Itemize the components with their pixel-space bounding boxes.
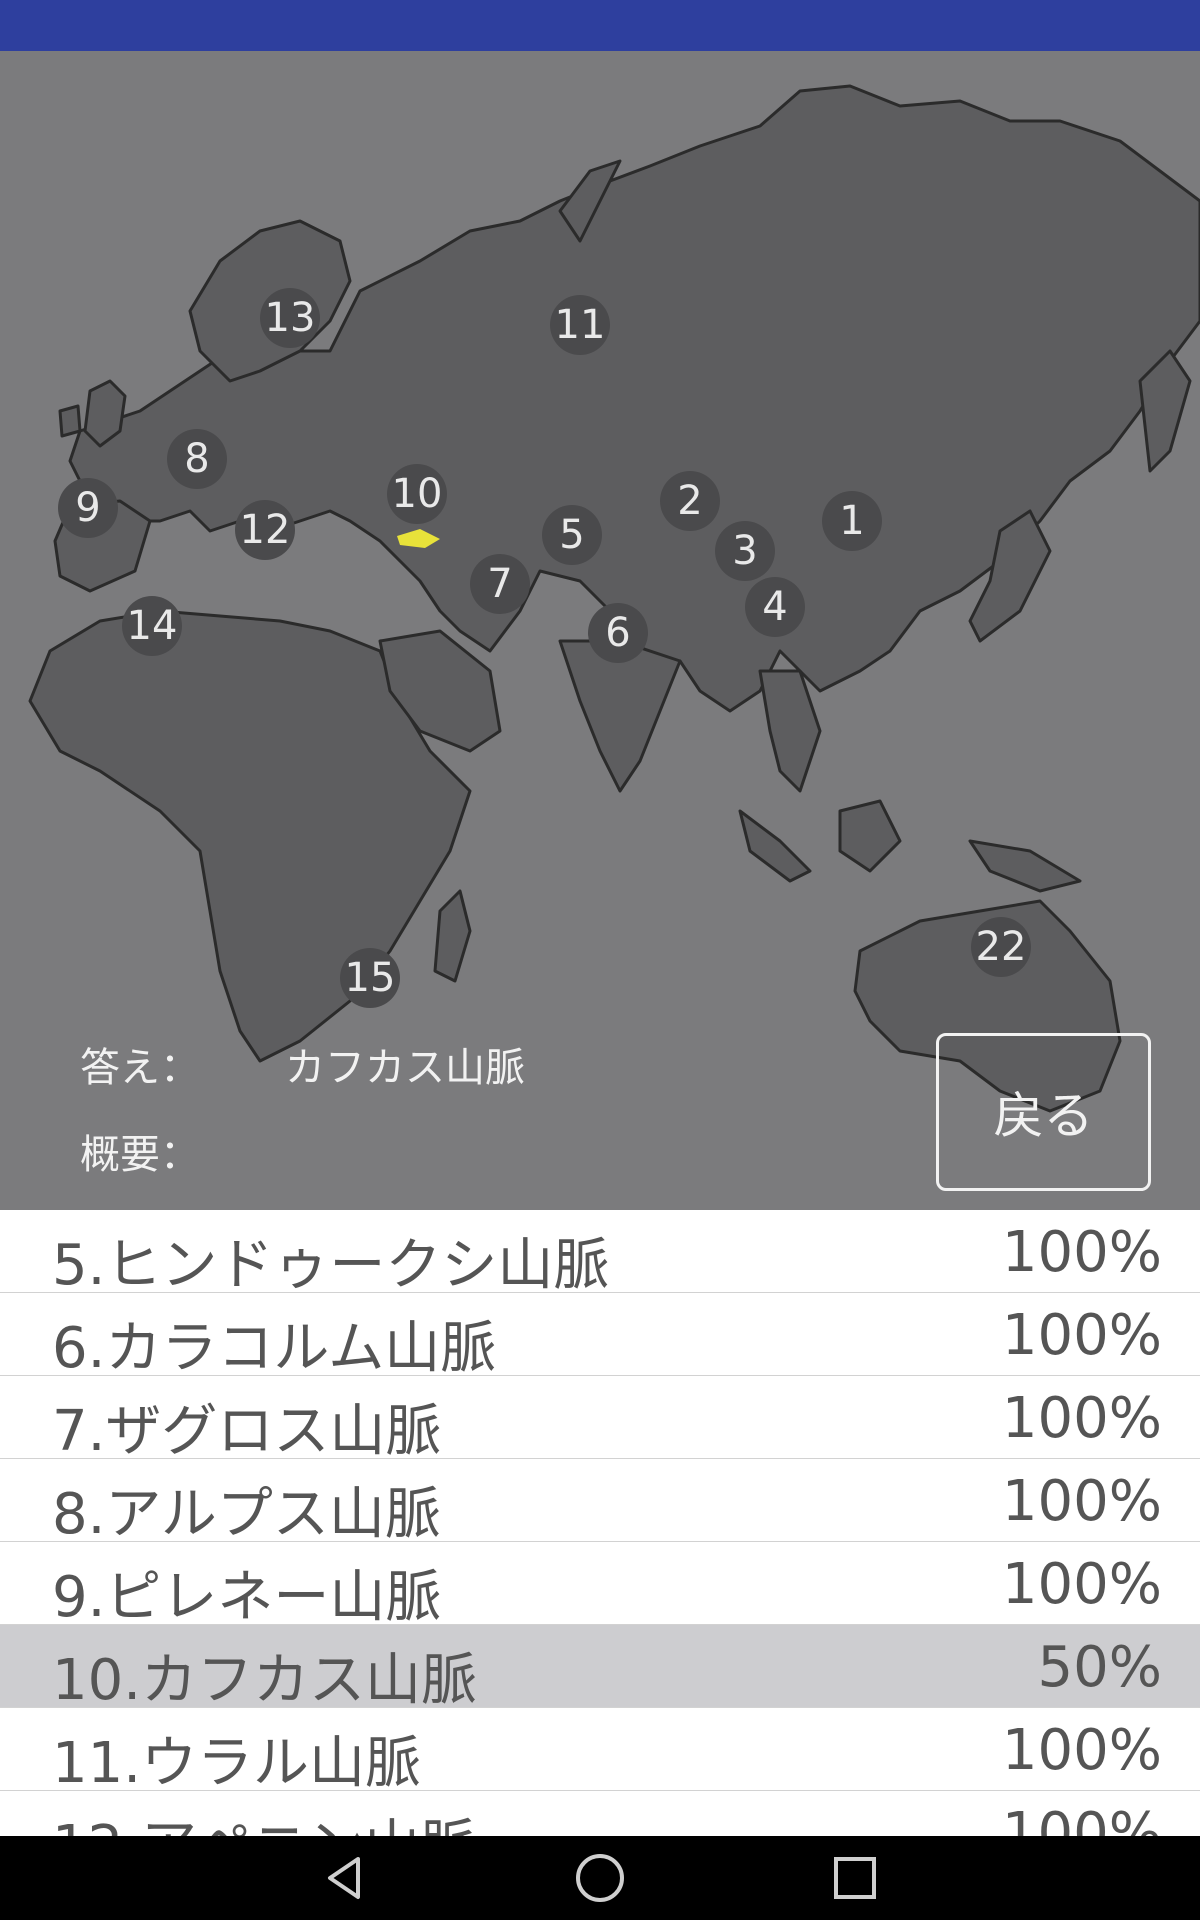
list-item-percent: 100% — [1001, 1469, 1162, 1534]
list-item[interactable]: 8.アルプス山脈 100% — [0, 1459, 1200, 1547]
marker-label-9: 9 — [75, 485, 100, 531]
list-item[interactable]: 5.ヒンドゥークシ山脈 100% — [0, 1210, 1200, 1298]
answer-value: カフカス山脈 — [285, 1045, 525, 1091]
list-item[interactable]: 7.ザグロス山脈 100% — [0, 1376, 1200, 1464]
navigation-bar — [0, 1836, 1200, 1920]
back-icon — [328, 1857, 360, 1899]
new-guinea — [968, 839, 1082, 893]
list-item-name: 10.カフカス山脈 — [52, 1648, 478, 1713]
list-item-percent: 100% — [1001, 1220, 1162, 1285]
list-item-percent: 50% — [1037, 1635, 1162, 1700]
sumatra — [738, 809, 812, 883]
marker-label-5: 5 — [559, 512, 584, 558]
marker-label-4: 4 — [762, 584, 787, 630]
list-item-name: 8.アルプス山脈 — [52, 1482, 441, 1547]
ireland — [58, 404, 82, 438]
marker-label-14: 14 — [127, 603, 178, 649]
home-icon — [576, 1854, 624, 1902]
list-item[interactable]: 6.カラコルム山脈 100% — [0, 1293, 1200, 1381]
marker-label-13: 13 — [265, 295, 316, 341]
recents-icon — [834, 1857, 876, 1899]
marker-label-22: 22 — [976, 924, 1027, 970]
nav-home-button[interactable] — [540, 1836, 660, 1920]
list-item-name: 9.ピレネー山脈 — [52, 1565, 442, 1630]
madagascar — [433, 889, 472, 983]
list-item-selected[interactable]: 10.カフカス山脈 50% — [0, 1625, 1200, 1713]
list-item-percent: 100% — [1001, 1303, 1162, 1368]
list-item-name: 11.ウラル山脈 — [52, 1731, 422, 1796]
marker-label-8: 8 — [184, 436, 209, 482]
mountain-list: 5.ヒンドゥークシ山脈 100% 6.カラコルム山脈 100% 7.ザグロス山脈… — [0, 1210, 1200, 1836]
marker-label-2: 2 — [677, 478, 702, 524]
borneo — [838, 799, 902, 873]
list-item-percent: 100% — [1001, 1718, 1162, 1783]
list-item[interactable]: 11.ウラル山脈 100% — [0, 1708, 1200, 1796]
list-item-name: 12.アペニン山脈 — [52, 1801, 476, 1836]
marker-label-10: 10 — [392, 471, 443, 517]
marker-label-6: 6 — [605, 610, 630, 656]
marker-label-7: 7 — [487, 561, 512, 607]
nav-recents-button[interactable] — [795, 1836, 915, 1920]
marker-label-11: 11 — [555, 302, 606, 348]
marker-label-3: 3 — [732, 528, 757, 574]
list-item[interactable]: 9.ピレネー山脈 100% — [0, 1542, 1200, 1630]
marker-label-1: 1 — [839, 498, 864, 544]
indochina — [758, 669, 822, 793]
nav-back-button[interactable] — [285, 1836, 405, 1920]
marker-label-15: 15 — [345, 955, 396, 1001]
back-button[interactable]: 戻る — [936, 1033, 1151, 1191]
list-item[interactable]: 12.アペニン山脈 100% — [0, 1791, 1200, 1836]
marker-label-12: 12 — [240, 507, 291, 553]
list-item-name: 6.カラコルム山脈 — [52, 1316, 497, 1381]
india — [558, 639, 682, 793]
list-item-name: 7.ザグロス山脈 — [52, 1399, 442, 1464]
list-item-percent: 100% — [1001, 1552, 1162, 1617]
summary-label: 概要： — [80, 1132, 200, 1178]
status-bar — [0, 0, 1200, 51]
answer-label: 答え： — [80, 1045, 200, 1091]
list-item-percent: 100% — [1001, 1386, 1162, 1451]
list-item-percent: 100% — [1001, 1801, 1162, 1836]
list-item-name: 5.ヒンドゥークシ山脈 — [52, 1233, 610, 1298]
